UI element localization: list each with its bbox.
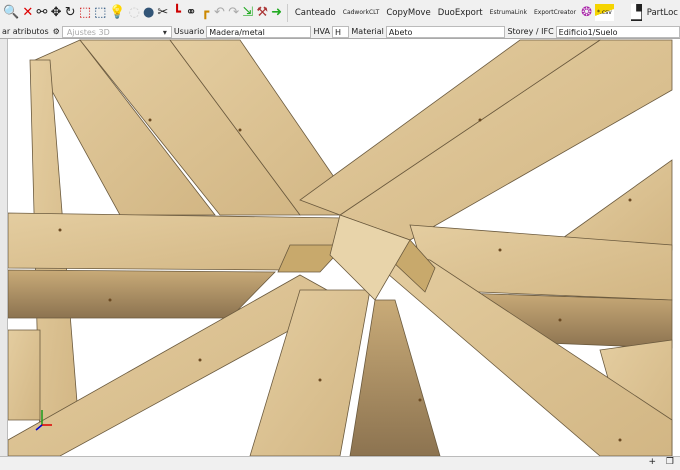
estrumalink-button[interactable]: EstrumaLink xyxy=(488,9,529,16)
rotate-icon[interactable]: ↻ xyxy=(65,4,76,21)
canteado-button[interactable]: Canteado xyxy=(293,8,338,18)
tools-icon[interactable]: ⚒ xyxy=(256,4,268,21)
globe-icon[interactable]: ❂ xyxy=(581,4,592,21)
select-icon[interactable]: ⬚ xyxy=(79,4,91,21)
material-label: Material xyxy=(351,27,384,36)
axis-icon[interactable]: ┗ xyxy=(171,4,182,21)
material-field[interactable]: Abeto xyxy=(385,25,506,38)
corner-icon[interactable]: ┏ xyxy=(200,4,211,21)
move-icon[interactable]: ✥ xyxy=(51,4,62,21)
attributes-label[interactable]: ar atributos xyxy=(0,27,51,36)
separator xyxy=(287,3,288,22)
bulb-off-icon[interactable]: ◌ xyxy=(129,4,140,21)
copymove-button[interactable]: CopyMove xyxy=(384,8,432,18)
import-icon[interactable]: ⇲ xyxy=(242,4,253,21)
hva-label: HVA xyxy=(313,27,330,36)
beam xyxy=(559,159,673,251)
binoculars-icon[interactable]: ⚭ xyxy=(186,4,197,21)
preset-dropdown[interactable]: Ajustes 3D ▾ xyxy=(61,25,172,38)
plus-button[interactable]: + xyxy=(648,457,656,467)
bulb-dark-icon[interactable]: ● xyxy=(143,4,154,21)
chevron-down-icon: ▾ xyxy=(162,27,167,37)
link-icon[interactable]: ⚯ xyxy=(36,4,47,21)
csv-icon[interactable]: *.csv xyxy=(595,4,614,21)
beam xyxy=(7,269,276,319)
zoom-icon[interactable]: 🔍 xyxy=(3,4,19,21)
gear-icon[interactable]: ⚙ xyxy=(51,27,62,36)
close-icon[interactable]: ✕ xyxy=(22,4,33,21)
csv-label: *.csv xyxy=(596,9,612,16)
select-all-icon[interactable]: ⬚ xyxy=(94,4,106,21)
timber-model xyxy=(7,39,673,457)
status-bar: + ❐ xyxy=(0,456,680,470)
partloc-icon[interactable]: ▙ xyxy=(630,4,642,21)
preset-placeholder: Ajustes 3D xyxy=(66,27,110,37)
left-panel-edge xyxy=(0,39,8,456)
window-icon[interactable]: ❐ xyxy=(666,457,674,467)
user-field[interactable]: Madera/metal xyxy=(206,25,312,38)
redo-icon[interactable]: ↷ xyxy=(228,4,239,21)
attribute-bar: ar atributos ⚙ Ajustes 3D ▾ Usuario Mader… xyxy=(0,25,680,39)
main-toolbar: 🔍 ✕ ⚯ ✥ ↻ ⬚ ⬚ 💡 ◌ ● ✂ ┗ ⚭ ┏ ↶ ↷ ⇲ ⚒ ➜ Ca… xyxy=(0,0,680,25)
undo-icon[interactable]: ↶ xyxy=(214,4,225,21)
export-icon[interactable]: ➜ xyxy=(271,4,282,21)
3d-viewport[interactable] xyxy=(0,39,680,457)
user-label: Usuario xyxy=(173,27,205,36)
beam xyxy=(7,329,41,421)
bulb-on-icon[interactable]: 💡 xyxy=(109,4,125,21)
cadworkclt-button[interactable]: CadworkCLT xyxy=(341,9,382,16)
h-field[interactable]: H xyxy=(331,25,350,38)
storey-field[interactable]: Edificio1/Suelo xyxy=(555,25,680,38)
storey-label: Storey / IFC xyxy=(507,27,554,36)
partloc-button[interactable]: PartLoc xyxy=(645,8,680,18)
cut-icon[interactable]: ✂ xyxy=(157,4,168,21)
duoexport-button[interactable]: DuoExport xyxy=(436,8,485,18)
exportcreator-button[interactable]: ExportCreator xyxy=(532,9,578,16)
